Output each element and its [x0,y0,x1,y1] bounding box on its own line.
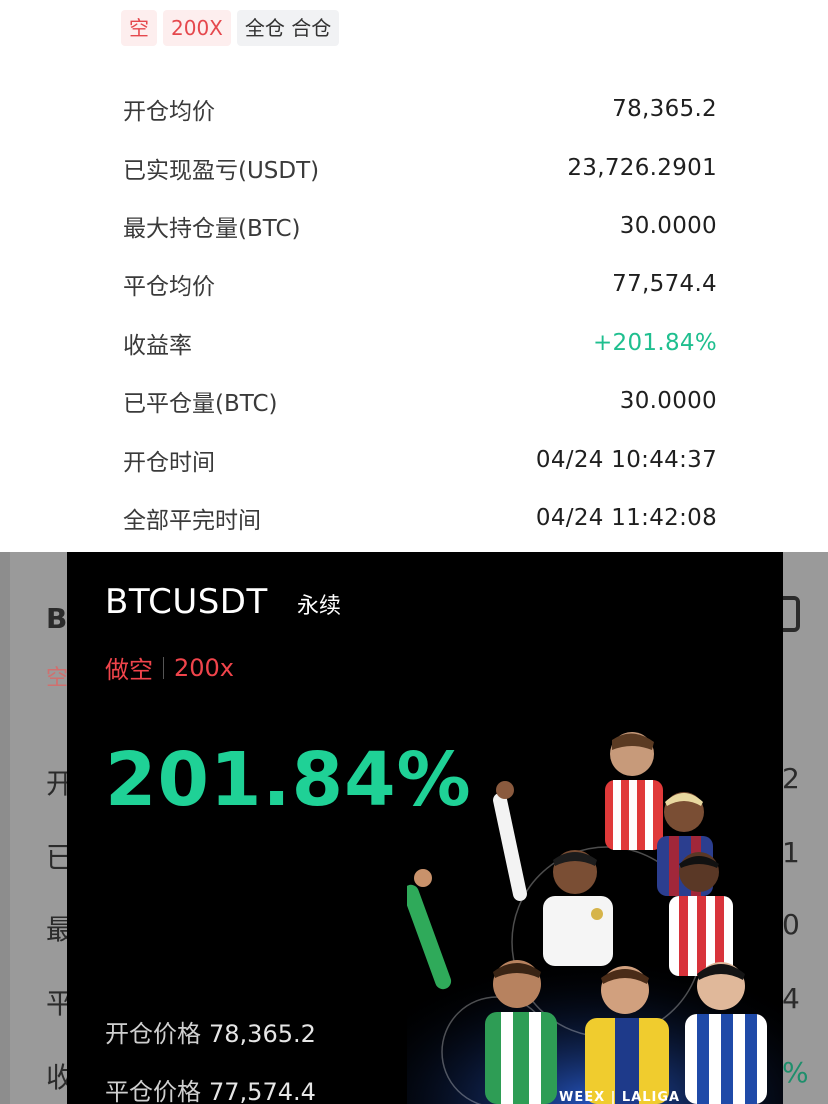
peek-char: 0 [782,908,800,941]
detail-value: 77,574.4 [612,271,717,298]
detail-row-close-avg: 平仓均价 77,574.4 [123,255,717,313]
detail-label: 开仓均价 [123,99,215,126]
detail-row-roi: 收益率 +201.84% [123,314,717,372]
pnl-share-card: BTCUSDT 永续 做空 200x 201.84% 开仓价格 78,365.2… [67,552,783,1104]
card-close-price-line: 平仓价格 77,574.4 [105,1072,316,1104]
card-contract-type: 永续 [297,594,342,619]
detail-value: 30.0000 [619,388,717,415]
players-illustration-svg [402,732,783,1104]
detail-row-realized-pnl: 已实现盈亏(USDT) 23,726.2901 [123,138,717,196]
detail-value-positive: +201.84% [592,329,717,356]
leverage-tag: 200X [163,10,231,46]
card-side-row: 做空 200x [105,650,234,685]
players-illustration [402,732,783,1104]
side-tag: 空 [121,10,157,46]
card-open-price: 78,365.2 [209,1020,316,1048]
card-open-price-line: 开仓价格 78,365.2 [105,1014,316,1049]
card-symbol: BTCUSDT [105,582,268,622]
card-leverage: 200x [174,653,235,682]
peek-char: 2 [782,762,800,795]
detail-value: 30.0000 [619,212,717,239]
detail-row-closed-qty: 已平仓量(BTC) 30.0000 [123,372,717,430]
detail-label: 已平仓量(BTC) [123,391,278,418]
card-side: 做空 [105,656,153,684]
detail-label: 平仓均价 [123,274,215,301]
detail-row-max-position: 最大持仓量(BTC) 30.0000 [123,197,717,255]
detail-label: 最大持仓量(BTC) [123,215,301,242]
detail-row-close-time: 全部平完时间 04/24 11:42:08 [123,489,717,547]
detail-value: 04/24 10:44:37 [535,446,717,473]
detail-value: 78,365.2 [612,96,717,123]
detail-value: 04/24 11:42:08 [535,504,717,531]
detail-label: 开仓时间 [123,449,215,476]
position-tags: 空 200X 全仓 合仓 [121,10,340,46]
detail-row-open-avg: 开仓均价 78,365.2 [123,80,717,138]
peek-char: 空 [46,666,69,691]
position-detail-panel: 空 200X 全仓 合仓 开仓均价 78,365.2 已实现盈亏(USDT) 2… [0,0,828,552]
peek-char: B [46,602,68,635]
detail-label: 已实现盈亏(USDT) [123,157,320,184]
divider [163,656,164,679]
share-overlay: B 空 开 已 最 平 收 2 1 0 4 % BTCUSDT 永续 做空 20… [0,552,828,1104]
detail-row-open-time: 开仓时间 04/24 10:44:37 [123,430,717,488]
margin-mode-tag: 全仓 合仓 [236,10,340,46]
detail-label: 全部平完时间 [123,507,261,534]
brand-logo: WEEX | LALIGA [559,1090,681,1104]
card-close-price: 77,574.4 [209,1078,316,1104]
peek-char: % [782,1056,809,1089]
card-open-price-label: 开仓价格 [105,1020,201,1048]
peek-char: 1 [782,836,800,869]
detail-rows: 开仓均价 78,365.2 已实现盈亏(USDT) 23,726.2901 最大… [123,80,717,547]
card-close-price-label: 平仓价格 [105,1078,201,1104]
detail-value: 23,726.2901 [567,154,717,181]
detail-label: 收益率 [123,332,192,359]
peek-char: 4 [782,982,800,1015]
